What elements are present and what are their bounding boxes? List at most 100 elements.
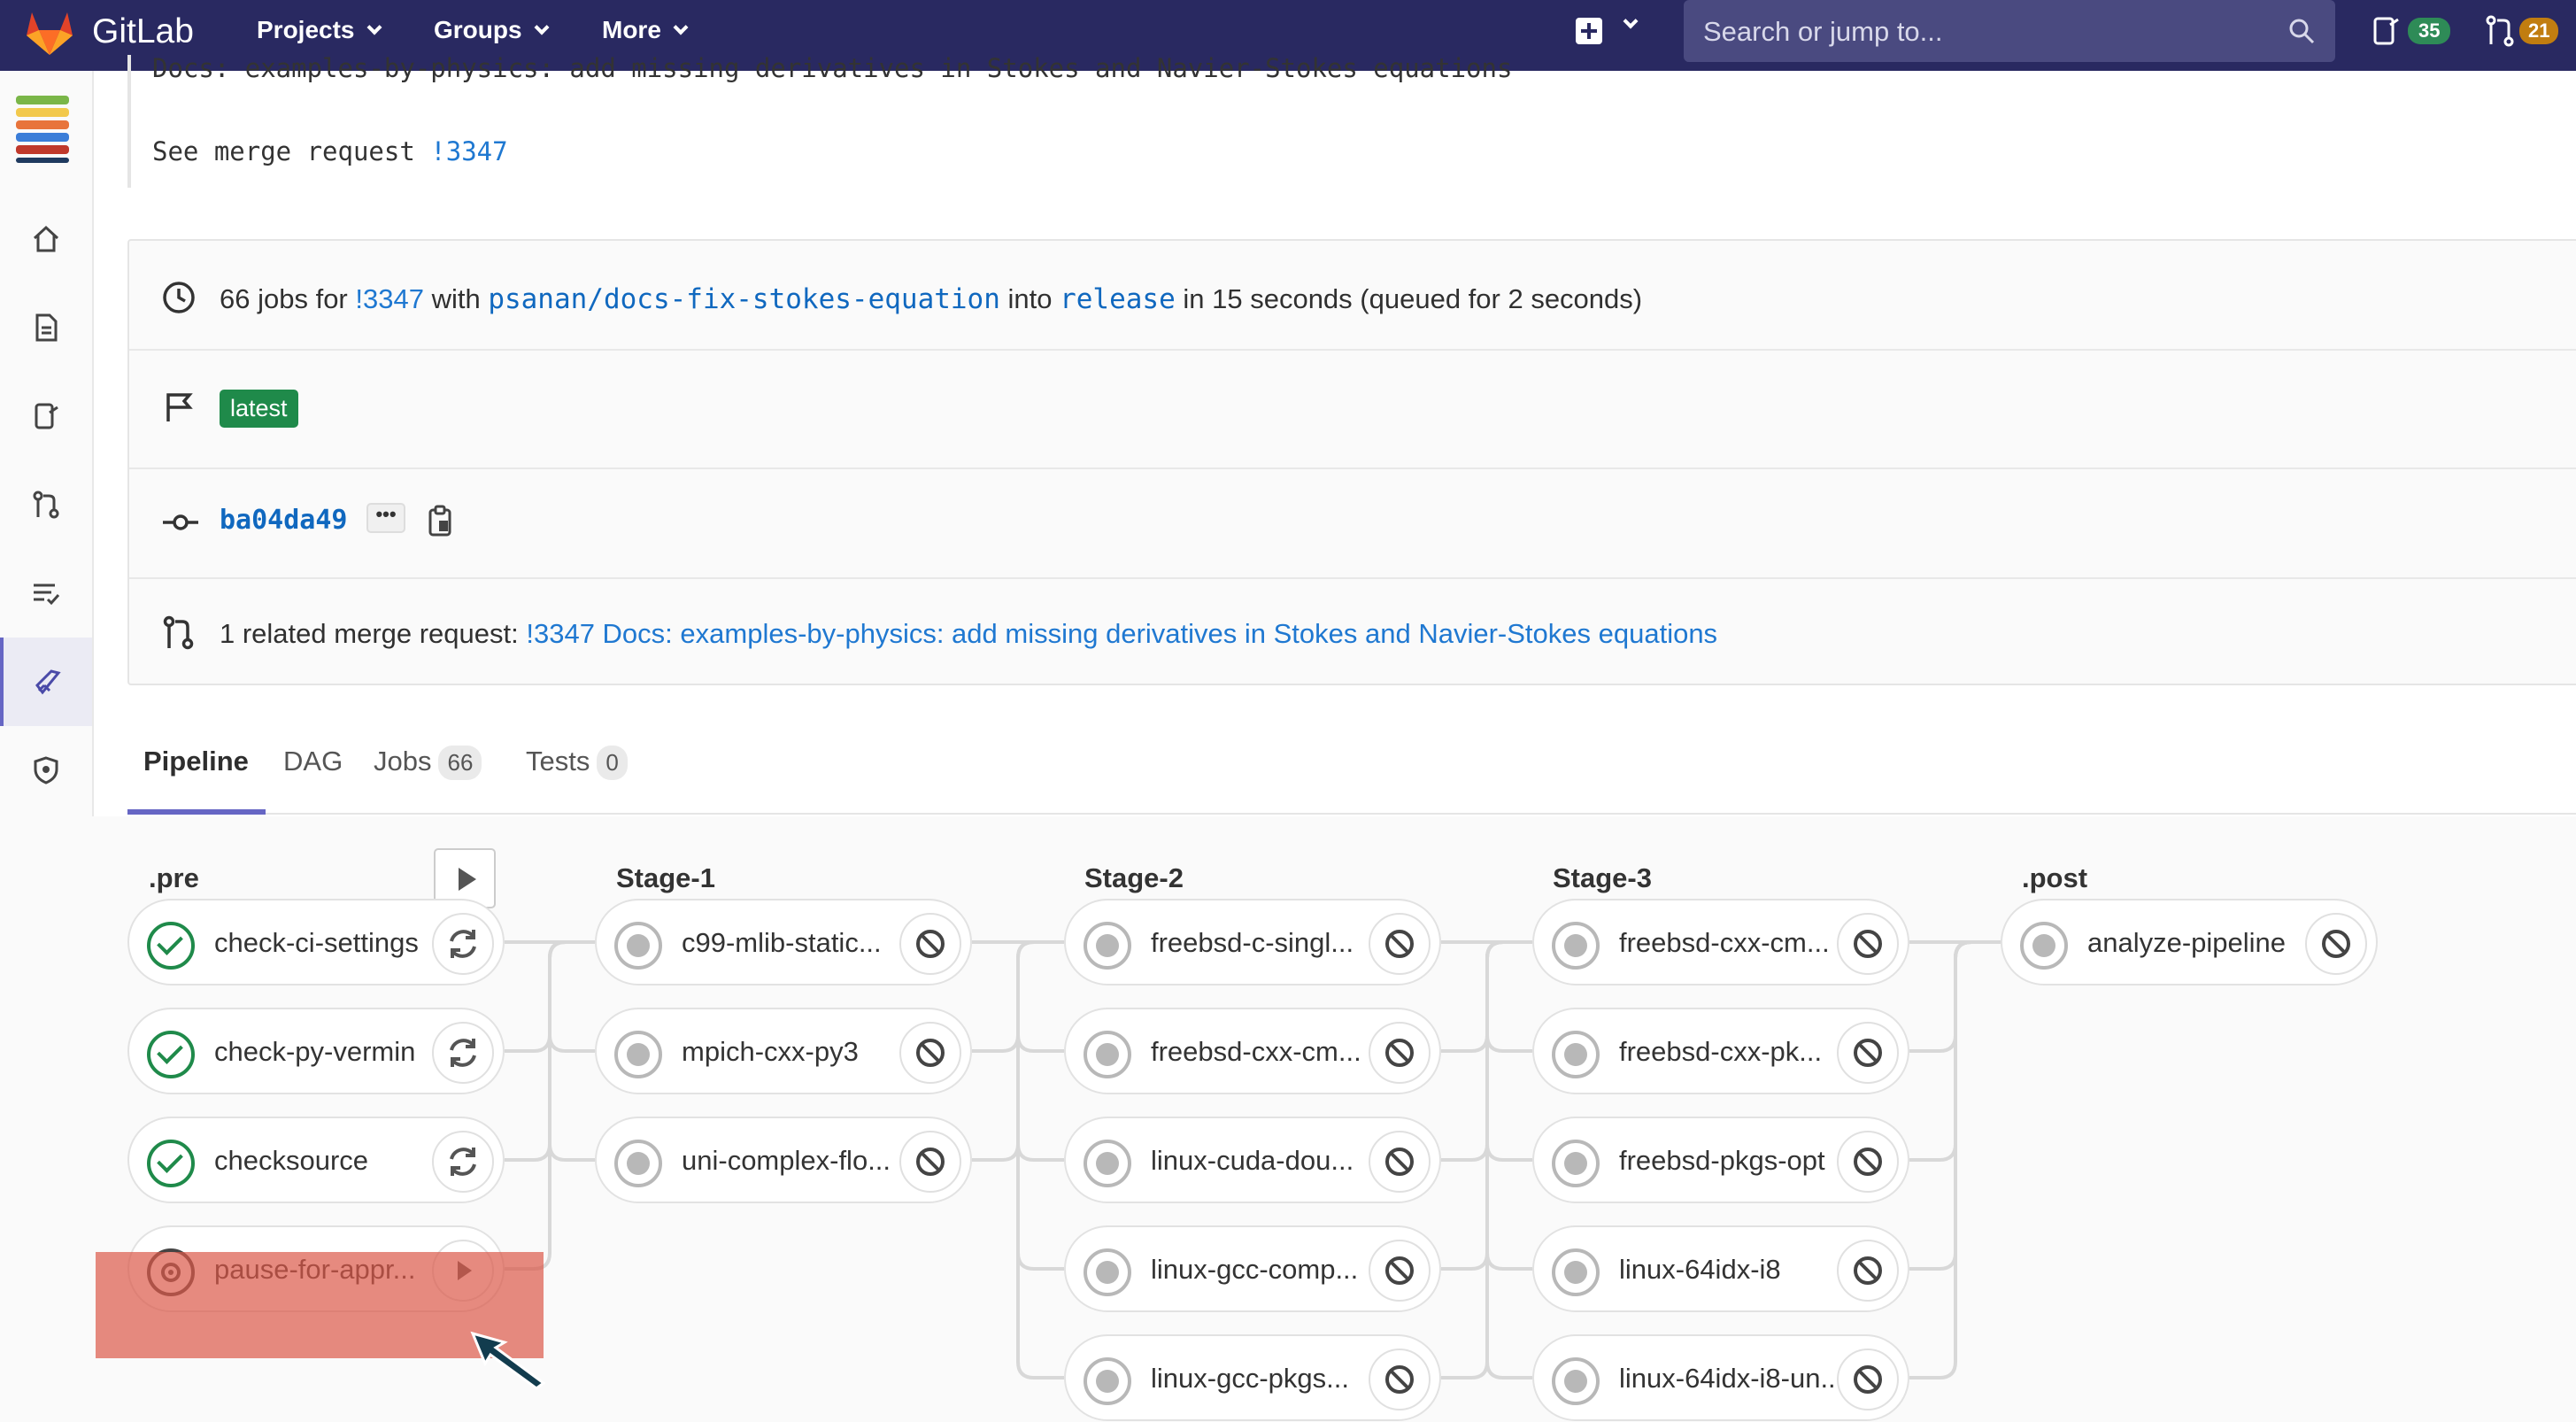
- tab-tests[interactable]: Tests 0: [526, 746, 628, 780]
- job-retry-button[interactable]: [432, 1022, 494, 1084]
- job-pill[interactable]: analyze-pipeline: [2001, 899, 2378, 985]
- job-cancel-button[interactable]: [1369, 1240, 1431, 1302]
- connector-line: [548, 958, 595, 1053]
- job-pill[interactable]: checksource: [127, 1117, 505, 1203]
- sidebar-item-security[interactable]: [0, 726, 92, 815]
- connector-line: [505, 940, 567, 1271]
- sidebar-item-merge-requests[interactable]: [0, 460, 92, 549]
- todo-icon[interactable]: [2372, 16, 2401, 46]
- commit-sha-link[interactable]: ba04da49: [220, 505, 348, 536]
- job-pill[interactable]: linux-64idx-i8-un...: [1532, 1334, 1909, 1421]
- job-cancel-button[interactable]: [1369, 1131, 1431, 1193]
- new-item-plus-icon[interactable]: [1576, 18, 1602, 44]
- status-success-icon: [147, 1031, 195, 1078]
- job-cancel-button[interactable]: [899, 1022, 961, 1084]
- sidebar-item-repository[interactable]: [0, 283, 92, 372]
- jobs-count-badge: 66: [438, 746, 482, 780]
- job-pill[interactable]: linux-gcc-comp...: [1064, 1225, 1441, 1312]
- status-created-icon: [1552, 922, 1600, 970]
- status-created-icon: [2020, 922, 2068, 970]
- merge-request-icon[interactable]: [2484, 14, 2516, 48]
- job-cancel-button[interactable]: [1837, 1022, 1899, 1084]
- job-name: uni-complex-flo...: [682, 1145, 891, 1176]
- merge-request-link[interactable]: !3347: [430, 136, 507, 166]
- merge-request-icon: [33, 491, 59, 519]
- chevron-down-icon: [673, 19, 689, 35]
- merge-request-link[interactable]: !3347: [355, 283, 424, 314]
- tab-jobs[interactable]: Jobs 66: [374, 746, 482, 780]
- todo-count-badge[interactable]: 35: [2408, 18, 2451, 44]
- commit-title: Docs: examples-by-physics: add missing d…: [152, 53, 1513, 83]
- gitlab-logo-icon[interactable]: [23, 5, 76, 58]
- job-pill[interactable]: check-ci-settings: [127, 899, 505, 985]
- job-pill[interactable]: linux-gcc-pkgs...: [1064, 1334, 1441, 1421]
- merge-request-count-badge[interactable]: 21: [2519, 18, 2559, 44]
- job-cancel-button[interactable]: [2305, 913, 2367, 975]
- job-pill[interactable]: freebsd-c-singl...: [1064, 899, 1441, 985]
- job-pill[interactable]: freebsd-cxx-pk...: [1532, 1008, 1909, 1094]
- expand-commit-button[interactable]: •••: [366, 503, 405, 533]
- job-pill[interactable]: freebsd-cxx-cm...: [1532, 899, 1909, 985]
- connector-line: [548, 958, 595, 1162]
- cancel-icon: [1385, 930, 1414, 958]
- gitlab-brand[interactable]: GitLab: [92, 12, 194, 51]
- project-avatar[interactable]: [16, 96, 69, 163]
- chevron-down-icon[interactable]: [1623, 13, 1639, 29]
- tab-pipeline[interactable]: Pipeline: [143, 746, 249, 777]
- pipeline-info-box: 66 jobs for !3347 with psanan/docs-fix-s…: [127, 239, 2576, 685]
- chevron-down-icon: [534, 19, 550, 35]
- pipeline-tabs: Pipeline DAG Jobs 66 Tests 0: [127, 735, 2576, 815]
- job-name: linux-64idx-i8-un...: [1619, 1363, 1844, 1394]
- tab-dag[interactable]: DAG: [283, 746, 343, 777]
- job-retry-button[interactable]: [432, 1131, 494, 1193]
- job-cancel-button[interactable]: [1369, 913, 1431, 975]
- job-name: mpich-cxx-py3: [682, 1036, 859, 1067]
- pipeline-summary-text: 66 jobs for !3347 with psanan/docs-fix-s…: [220, 283, 1643, 315]
- sidebar-item-project-overview[interactable]: [0, 195, 92, 283]
- search-icon: [2289, 19, 2315, 44]
- job-pill[interactable]: freebsd-pkgs-opt: [1532, 1117, 1909, 1203]
- job-pill[interactable]: mpich-cxx-py3: [595, 1008, 972, 1094]
- source-branch-link[interactable]: psanan/docs-fix-stokes-equation: [488, 283, 1000, 315]
- job-cancel-button[interactable]: [1837, 1349, 1899, 1410]
- copy-icon[interactable]: [427, 503, 455, 538]
- status-created-icon: [1084, 1248, 1131, 1296]
- sidebar-item-requirements[interactable]: [0, 549, 92, 638]
- connector-line: [1016, 958, 1064, 1053]
- flag-icon: [166, 393, 193, 421]
- status-created-icon: [614, 922, 662, 970]
- connector-line: [972, 940, 1035, 1053]
- job-pill[interactable]: linux-cuda-dou...: [1064, 1117, 1441, 1203]
- job-cancel-button[interactable]: [1369, 1349, 1431, 1410]
- job-cancel-button[interactable]: [1837, 1240, 1899, 1302]
- job-cancel-button[interactable]: [899, 1131, 961, 1193]
- cancel-icon: [1385, 1256, 1414, 1285]
- job-pill[interactable]: c99-mlib-static...: [595, 899, 972, 985]
- job-retry-button[interactable]: [432, 913, 494, 975]
- connector-line: [1485, 958, 1532, 1379]
- sidebar-item-issues[interactable]: [0, 372, 92, 460]
- search-input[interactable]: Search or jump to...: [1684, 0, 2335, 62]
- job-name: c99-mlib-static...: [682, 927, 882, 958]
- job-pill[interactable]: freebsd-cxx-cm...: [1064, 1008, 1441, 1094]
- connector-line: [1441, 940, 1504, 1271]
- job-cancel-button[interactable]: [1369, 1022, 1431, 1084]
- job-cancel-button[interactable]: [1837, 1131, 1899, 1193]
- status-success-icon: [147, 1140, 195, 1187]
- connector-line: [1441, 940, 1504, 1053]
- related-merge-request-link[interactable]: !3347 Docs: examples-by-physics: add mis…: [526, 618, 1717, 649]
- job-pill[interactable]: check-py-vermin: [127, 1008, 505, 1094]
- job-cancel-button[interactable]: [1837, 913, 1899, 975]
- target-branch-link[interactable]: release: [1060, 283, 1176, 315]
- job-pill[interactable]: linux-64idx-i8: [1532, 1225, 1909, 1312]
- nav-groups[interactable]: Groups: [434, 16, 550, 44]
- nav-more[interactable]: More: [602, 16, 689, 44]
- job-pill[interactable]: uni-complex-flo...: [595, 1117, 972, 1203]
- mouse-cursor-icon: [470, 1331, 546, 1390]
- related-mr-text: 1 related merge request: !3347 Docs: exa…: [220, 618, 1718, 649]
- nav-projects[interactable]: Projects: [257, 16, 382, 44]
- sidebar-item-ci-cd[interactable]: [0, 638, 92, 726]
- connector-line: [1016, 958, 1064, 1379]
- job-cancel-button[interactable]: [899, 913, 961, 975]
- cancel-icon: [1385, 1039, 1414, 1067]
